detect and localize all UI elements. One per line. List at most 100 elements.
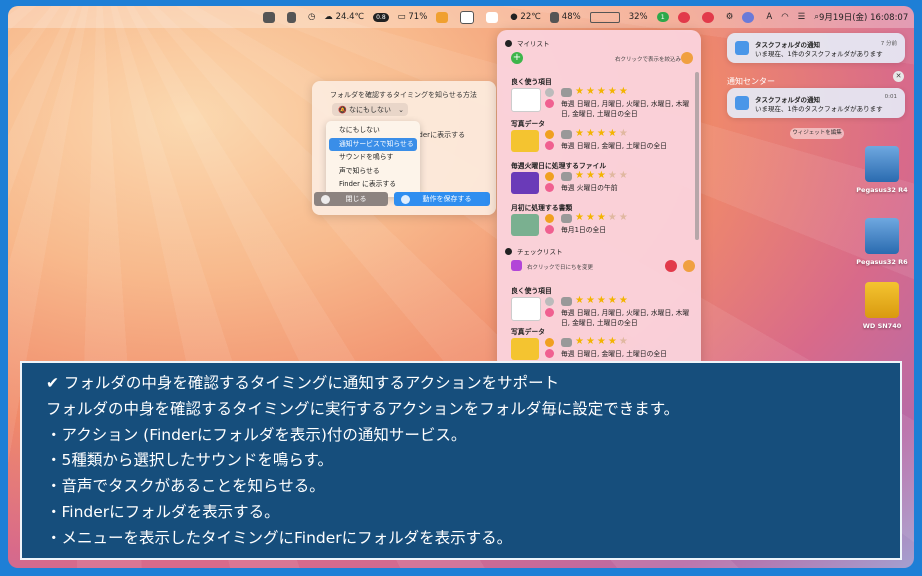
window-icon[interactable] [263,11,278,23]
gear-icon[interactable]: ⚙ [726,12,734,22]
history-icon[interactable]: ◷ [308,12,315,22]
rating-stars[interactable]: ★★★★★ [575,128,630,139]
rating-stars[interactable]: ★★★★★ [575,295,630,306]
popover-title: フォルダを確認するタイミングを知らせる方法 [330,91,477,99]
menu-icon[interactable] [681,52,693,64]
menu-item-sound[interactable]: サウンドを鳴らす [329,151,417,165]
caption-line: ・アクション (Finderにフォルダを表示)付の通知サービス。 [46,425,467,444]
battery-item[interactable]: ▭ 71% [398,12,428,22]
chevron-down-icon: ⌄ [398,105,404,114]
caption-line: ・メニューを表示したタイミングにFinderにフォルダを表示する。 [46,528,513,547]
repeat-icon [545,99,554,108]
select-value: なにもしない [348,105,391,114]
checklist-hint: 右クリックで日にちを変更 [527,265,594,271]
purple-folder-icon [511,172,539,194]
finder-icon [561,88,572,97]
caption-line: フォルダの中身を確認するタイミングに実行するアクションをフォルダ毎に設定できます… [46,399,680,418]
close-icon[interactable]: ✕ [893,71,904,82]
close-icon [321,194,330,204]
drive-icon [865,146,899,182]
bell-off-icon: 🔕 [338,105,349,114]
control-center-icon[interactable]: ☰ [798,12,806,22]
flag-icon[interactable] [665,260,677,272]
bell-icon [545,130,554,139]
caption-line: ・Finderにフォルダを表示する。 [46,502,280,521]
menu-item-notification[interactable]: 通知サービスで知らせる [329,137,417,151]
cpu-item[interactable]: 48% [549,11,581,23]
caption-line: ・5種類から選択したサウンドを鳴らす。 [46,451,334,470]
repeat-icon [545,308,554,317]
photo-folder-icon [511,130,539,152]
bell-off-icon [545,297,554,306]
bell-icon [545,214,554,223]
drive-pegasus-r6[interactable]: Pegasus32 R6 [842,218,914,266]
rating-stars[interactable]: ★★★★★ [575,170,630,181]
shield-icon[interactable] [742,11,757,23]
finder-icon [561,297,572,306]
drive-icon [865,218,899,254]
notification-banner[interactable]: タスクフォルダの通知 いま現在、1件のタスクフォルダがあります 7 分前 [727,33,905,63]
badge-item[interactable]: 0.8 [373,12,389,22]
checklist-header: チェックリスト [505,246,563,256]
mylist-header: マイリスト [505,38,550,48]
finder-icon [561,214,572,223]
rating-stars[interactable]: ★★★★★ [575,86,630,97]
drive-pegasus-r4[interactable]: Pegasus32 R4 [842,146,914,194]
drive-icon [865,282,899,318]
taskfolder-app-icon [735,41,749,55]
taskfolder-icon[interactable] [486,11,501,23]
bell-icon [545,172,554,181]
notify-method-menu: なにもしない 通知サービスで知らせる サウンドを鳴らす 声で知らせる Finde… [326,121,420,197]
tools-icon[interactable] [287,11,299,23]
refresh-icon [401,194,410,204]
edit-widgets-button[interactable]: ウィジェットを編集 [790,128,844,139]
drive-wd-sn740[interactable]: WD SN740 [842,282,914,330]
bell-off-icon [545,88,554,97]
finder-label: nderに表示する [414,131,466,139]
menu-bar: ◷ ☁ 24.4℃ 0.8 ▭ 71% ● 22℃ 48% 32% 1 ⚙ A … [8,6,914,28]
status-count[interactable]: 1 [656,12,669,22]
wifi-icon[interactable]: ◠ [781,12,788,22]
photo-folder-icon [511,338,539,360]
add-button[interactable]: + [511,52,523,64]
repeat-icon [545,349,554,358]
finder-icon [561,130,572,139]
temperature-item[interactable]: ● 22℃ [510,12,541,22]
menu-icon[interactable] [683,260,695,272]
notification-center-item[interactable]: タスクフォルダの通知 いま現在、1件のタスクフォルダがあります 0:01 [727,88,905,118]
notify-method-select[interactable]: 🔕 なにもしない ⌄ [332,103,408,116]
notes-icon[interactable] [436,11,451,23]
finder-icon [561,172,572,181]
calendar-icon[interactable] [460,10,477,24]
repeat-icon [545,225,554,234]
memory-graph-icon[interactable] [589,11,620,23]
feature-caption: ✔ フォルダの中身を確認するタイミングに通知するアクションをサポート フォルダの… [20,361,902,560]
scrollbar[interactable] [695,72,699,240]
menu-item-finder[interactable]: Finder に表示する [329,178,417,192]
link-icon[interactable] [677,11,693,23]
dog-icon [511,297,541,321]
menu-item-voice[interactable]: 声で知らせる [329,165,417,179]
menu-item-nothing[interactable]: なにもしない [329,124,417,138]
document-folder-icon [511,214,539,236]
link2-icon[interactable] [701,11,717,23]
mylist-hint: 右クリックで表示を絞込み [615,57,682,63]
finder-icon [561,338,572,347]
mylist-icon [505,39,512,47]
notification-center-title: 通知センター [727,77,775,86]
rating-stars[interactable]: ★★★★★ [575,212,630,223]
weather-item[interactable]: ☁ 24.4℃ [324,12,364,22]
menubar-clock[interactable]: 9月19日(金) 16:08:07 [819,11,908,23]
caption-line: ・音声でタスクがあることを知らせる。 [46,477,325,496]
rating-stars[interactable]: ★★★★★ [575,336,630,347]
caption-line: ✔ フォルダの中身を確認するタイミングに通知するアクションをサポート [46,374,560,392]
dog-icon [511,88,541,112]
repeat-icon [545,183,554,192]
repeat-icon [545,141,554,150]
bell-icon [545,338,554,347]
text-input-icon[interactable]: A [766,12,772,22]
memory-item[interactable]: 32% [629,12,648,22]
close-button[interactable]: 閉じる [314,192,388,206]
calendar-icon[interactable] [511,260,522,271]
save-action-button[interactable]: 動作を保存する [394,192,490,206]
